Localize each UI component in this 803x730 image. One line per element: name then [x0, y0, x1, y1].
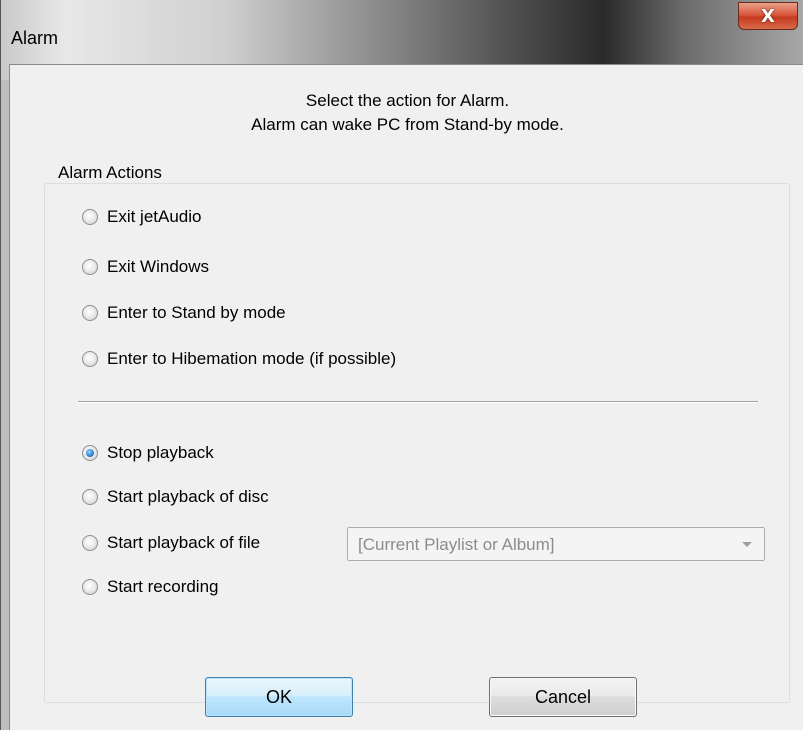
group-label: Alarm Actions [54, 163, 166, 183]
description: Select the action for Alarm. Alarm can w… [10, 89, 803, 137]
radio-label: Enter to Stand by mode [107, 303, 286, 322]
separator [78, 401, 758, 403]
cancel-button[interactable]: Cancel [489, 677, 637, 717]
description-line-2: Alarm can wake PC from Stand-by mode. [251, 115, 564, 134]
radio-label: Start recording [107, 577, 219, 596]
ok-button[interactable]: OK [205, 677, 353, 717]
radio-exit-windows[interactable]: Exit Windows [82, 255, 209, 279]
radio-exit-jetaudio[interactable]: Exit jetAudio [82, 205, 202, 229]
radio-button-icon[interactable] [82, 535, 98, 551]
radio-label: Start playback of disc [107, 487, 269, 506]
ok-button-label: OK [265, 686, 292, 707]
radio-button-icon[interactable] [82, 305, 98, 321]
chevron-down-icon[interactable] [742, 542, 752, 547]
playback-file-combo[interactable]: [Current Playlist or Album] [347, 527, 765, 561]
radio-start-playback-file[interactable]: Start playback of file [82, 531, 260, 555]
radio-start-playback-disc[interactable]: Start playback of disc [82, 485, 269, 509]
dialog-body: Select the action for Alarm. Alarm can w… [9, 64, 803, 730]
radio-button-icon[interactable] [82, 351, 98, 367]
window-title: Alarm [11, 28, 59, 48]
radio-button-checked-icon[interactable] [82, 445, 98, 461]
radio-label: Enter to Hibemation mode (if possible) [107, 349, 397, 368]
close-button[interactable]: X [738, 2, 798, 30]
radio-hibernation-mode[interactable]: Enter to Hibemation mode (if possible) [82, 347, 396, 371]
radio-button-icon[interactable] [82, 259, 98, 275]
description-line-1: Select the action for Alarm. [305, 91, 510, 110]
radio-button-icon[interactable] [82, 489, 98, 505]
radio-button-icon[interactable] [82, 579, 98, 595]
close-icon: X [761, 5, 775, 27]
radio-label: Start playback of file [107, 533, 261, 552]
cancel-button-label: Cancel [534, 686, 592, 707]
radio-button-icon[interactable] [82, 209, 98, 225]
radio-standby-mode[interactable]: Enter to Stand by mode [82, 301, 286, 325]
radio-stop-playback[interactable]: Stop playback [82, 441, 214, 465]
radio-label: Stop playback [107, 443, 214, 462]
radio-label: Exit jetAudio [107, 207, 202, 226]
combo-value: [Current Playlist or Album] [358, 535, 555, 554]
radio-label: Exit Windows [107, 257, 210, 276]
alarm-dialog: Alarm X Select the action for Alarm. Ala… [0, 0, 803, 730]
radio-start-recording[interactable]: Start recording [82, 575, 219, 599]
